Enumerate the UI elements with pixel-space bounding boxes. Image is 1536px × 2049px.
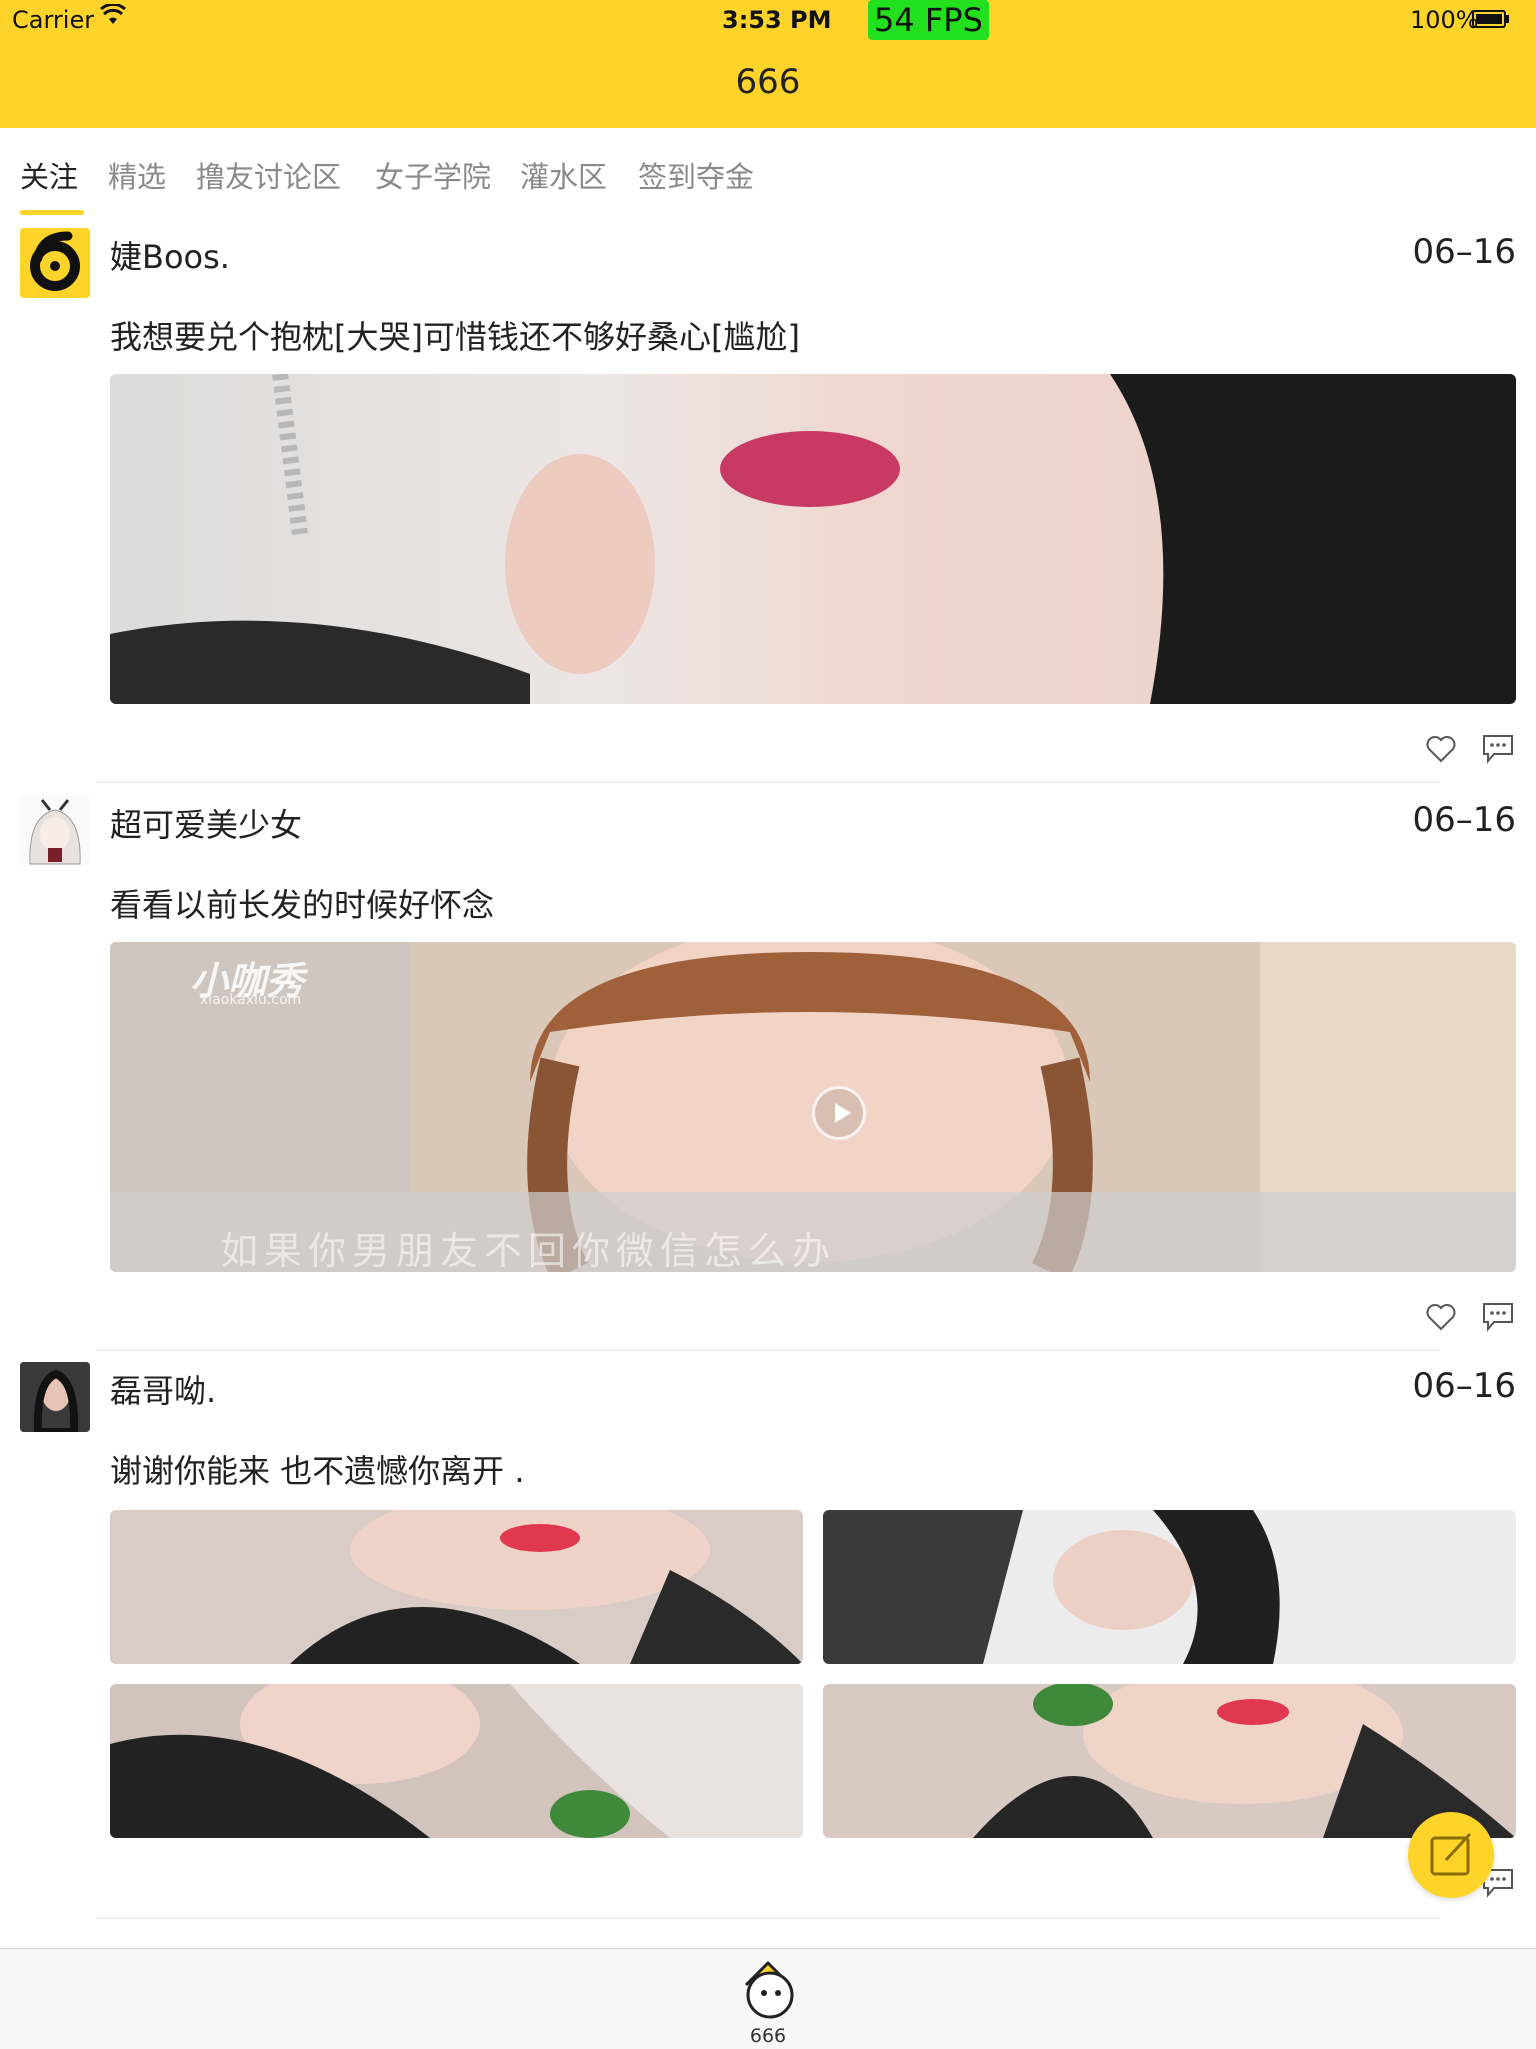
clock: 3:53 PM — [722, 6, 832, 34]
home-mascot-icon[interactable] — [736, 1957, 800, 2027]
avatar[interactable] — [20, 1362, 90, 1432]
nav-bar: 666 — [0, 42, 1536, 129]
post-username[interactable]: 磊哥呦. — [110, 1366, 216, 1412]
battery-icon — [1472, 10, 1506, 28]
anime-girl-avatar-icon — [29, 799, 81, 865]
page-title: 666 — [735, 62, 801, 102]
compose-icon — [1430, 1832, 1472, 1876]
like-heart-icon[interactable] — [1426, 734, 1456, 764]
avatar[interactable] — [20, 228, 90, 298]
post-date: 06–16 — [1412, 232, 1516, 272]
battery-tip — [1506, 15, 1509, 23]
category-tabs: 关注 精选 撸友讨论区 女子学院 灌水区 签到夺金 — [0, 128, 1536, 218]
tab-discussion[interactable]: 撸友讨论区 — [196, 154, 341, 196]
post-photo[interactable] — [823, 1510, 1516, 1664]
tab-follow[interactable]: 关注 — [20, 154, 78, 196]
tab-checkin[interactable]: 签到夺金 — [638, 154, 754, 196]
post-divider — [96, 1350, 1440, 1351]
wifi-icon — [100, 2, 126, 32]
post-divider — [96, 782, 1440, 783]
user-photo-avatar-icon — [20, 1362, 90, 1432]
video-caption: 如果你男朋友不回你微信怎么办 — [220, 1229, 837, 1272]
post-video-thumbnail[interactable]: 小咖秀 xiaokaxiu.com 如果你男朋友不回你微信怎么办 — [110, 942, 1516, 1272]
post-photo[interactable] — [110, 374, 1516, 704]
post-photo[interactable] — [110, 1684, 803, 1838]
post-username[interactable]: 婕Boos. — [110, 232, 230, 278]
app-logo-icon — [30, 231, 80, 291]
tab-featured[interactable]: 精选 — [108, 154, 166, 196]
post-text: 谢谢你能来 也不遗憾你离开 . — [110, 1452, 525, 1490]
tab-girls-academy[interactable]: 女子学院 — [375, 154, 491, 196]
post-text: 看看以前长发的时候好怀念 — [110, 886, 495, 924]
battery-percent: 100% — [1410, 6, 1479, 34]
bottom-tab-bar: 666 — [0, 1948, 1536, 2049]
play-icon[interactable] — [812, 1086, 866, 1140]
compose-button[interactable] — [1408, 1812, 1494, 1898]
comment-bubble-icon[interactable] — [1482, 734, 1514, 764]
post-text: 我想要兑个抱枕[大哭]可惜钱还不够好桑心[尴尬] — [110, 318, 800, 356]
post-date: 06–16 — [1412, 1366, 1516, 1406]
video-watermark-url: xiaokaxiu.com — [200, 992, 302, 1008]
fps-badge: 54 FPS — [868, 0, 989, 40]
status-bar: Carrier 3:53 PM 54 FPS 100% — [0, 0, 1536, 42]
like-heart-icon[interactable] — [1426, 1302, 1456, 1332]
comment-bubble-icon[interactable] — [1482, 1302, 1514, 1332]
carrier-label: Carrier — [12, 6, 95, 34]
active-tab-indicator — [20, 210, 84, 215]
post-username[interactable]: 超可爱美少女 — [110, 800, 302, 846]
post-date: 06–16 — [1412, 800, 1516, 840]
avatar[interactable] — [20, 796, 90, 866]
tab-chat-area[interactable]: 灌水区 — [520, 154, 607, 196]
post-photo[interactable] — [110, 1510, 803, 1664]
tabbar-label: 666 — [749, 2025, 787, 2047]
post-divider — [96, 1918, 1440, 1919]
